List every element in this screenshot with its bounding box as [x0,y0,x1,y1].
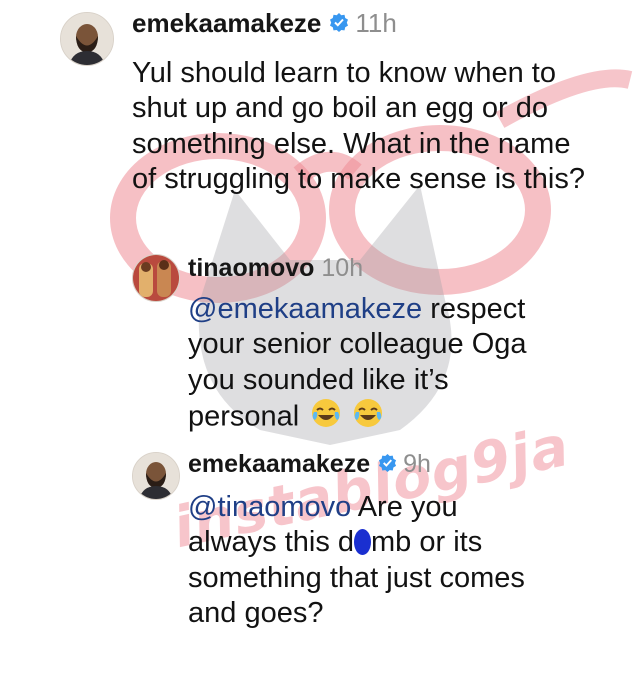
profile-photo-icon [133,453,179,499]
reply-text: @emekaamakeze respect your senior collea… [188,292,608,438]
reply-text: @tinaomovo Are you always this d mb or it… [188,490,608,632]
reply-text-line: your senior colleague Oga [188,328,527,361]
verified-badge-icon [378,450,397,479]
comment-header: tinaomovo 10h [188,254,363,283]
reply-text-line: and goes? [188,597,324,630]
avatar[interactable] [60,12,114,66]
timestamp: 11h [355,8,397,38]
profile-photo-icon [133,255,179,301]
mention-link[interactable]: @tinaomovo [188,491,351,523]
censor-blob-icon [354,529,372,556]
comment-1: emekaamakeze 11h Yul should learn to kno… [0,0,638,240]
reply-text-line: always this d [188,526,355,559]
face-with-tears-of-joy-icon [353,398,383,437]
comment-text: Yul should learn to know when to shut up… [132,57,585,196]
profile-photo-icon [61,13,113,65]
verified-badge-icon [329,8,349,39]
username[interactable]: tinaomovo [188,254,314,283]
comment-header: emekaamakeze 9h [188,450,431,479]
face-with-tears-of-joy-icon [311,398,341,437]
timestamp: 9h [403,450,431,478]
comment-3: emekaamakeze 9h @tinaomovo Are you alway… [0,440,638,670]
mention-link[interactable]: @emekaamakeze [188,293,422,325]
reply-text-line: Are you [357,491,458,523]
reply-text-line: personal [188,400,300,433]
timestamp: 10h [321,254,364,282]
reply-text-line: something that just comes [188,561,525,594]
username[interactable]: emekaamakeze [188,450,370,479]
comment-2: tinaomovo 10h @emekaamakeze respect your… [0,240,638,440]
reply-text-line: respect [430,293,526,325]
reply-text-line: you sounded like it’s [188,363,449,396]
avatar[interactable] [132,254,180,302]
reply-text-line: mb or its [371,526,483,559]
avatar[interactable] [132,452,180,500]
username[interactable]: emekaamakeze [132,8,321,39]
comment-header: emekaamakeze 11h [132,8,397,39]
